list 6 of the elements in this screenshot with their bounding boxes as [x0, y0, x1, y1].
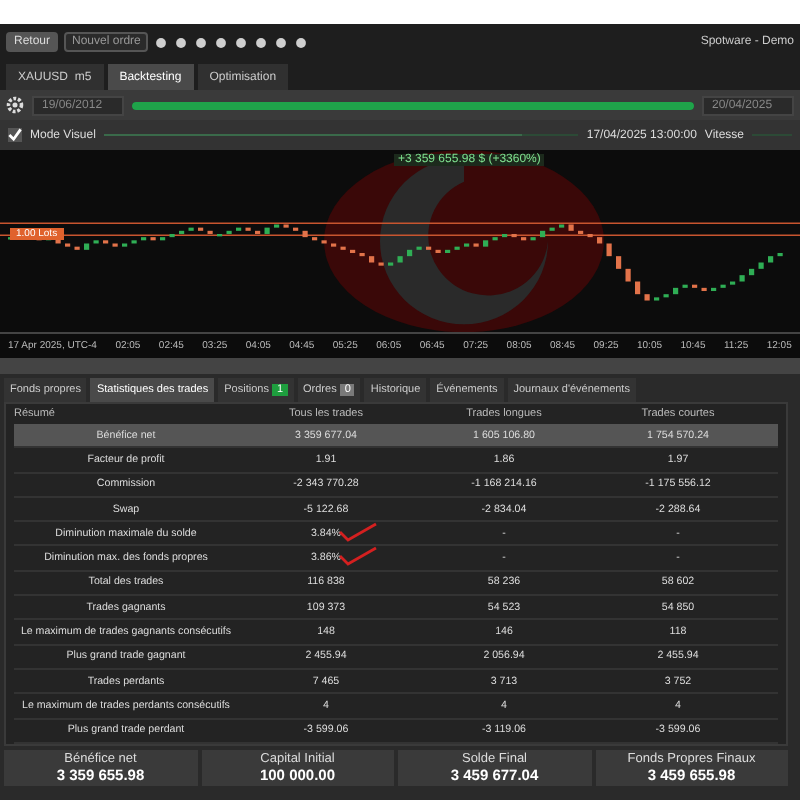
visual-mode-checkbox[interactable]: [8, 128, 22, 142]
order-line[interactable]: [0, 234, 800, 236]
settings-icon[interactable]: [6, 96, 24, 114]
date-range-slider[interactable]: [132, 101, 694, 109]
order-line[interactable]: [0, 222, 800, 225]
horizontal-scrollbar[interactable]: [0, 358, 800, 374]
